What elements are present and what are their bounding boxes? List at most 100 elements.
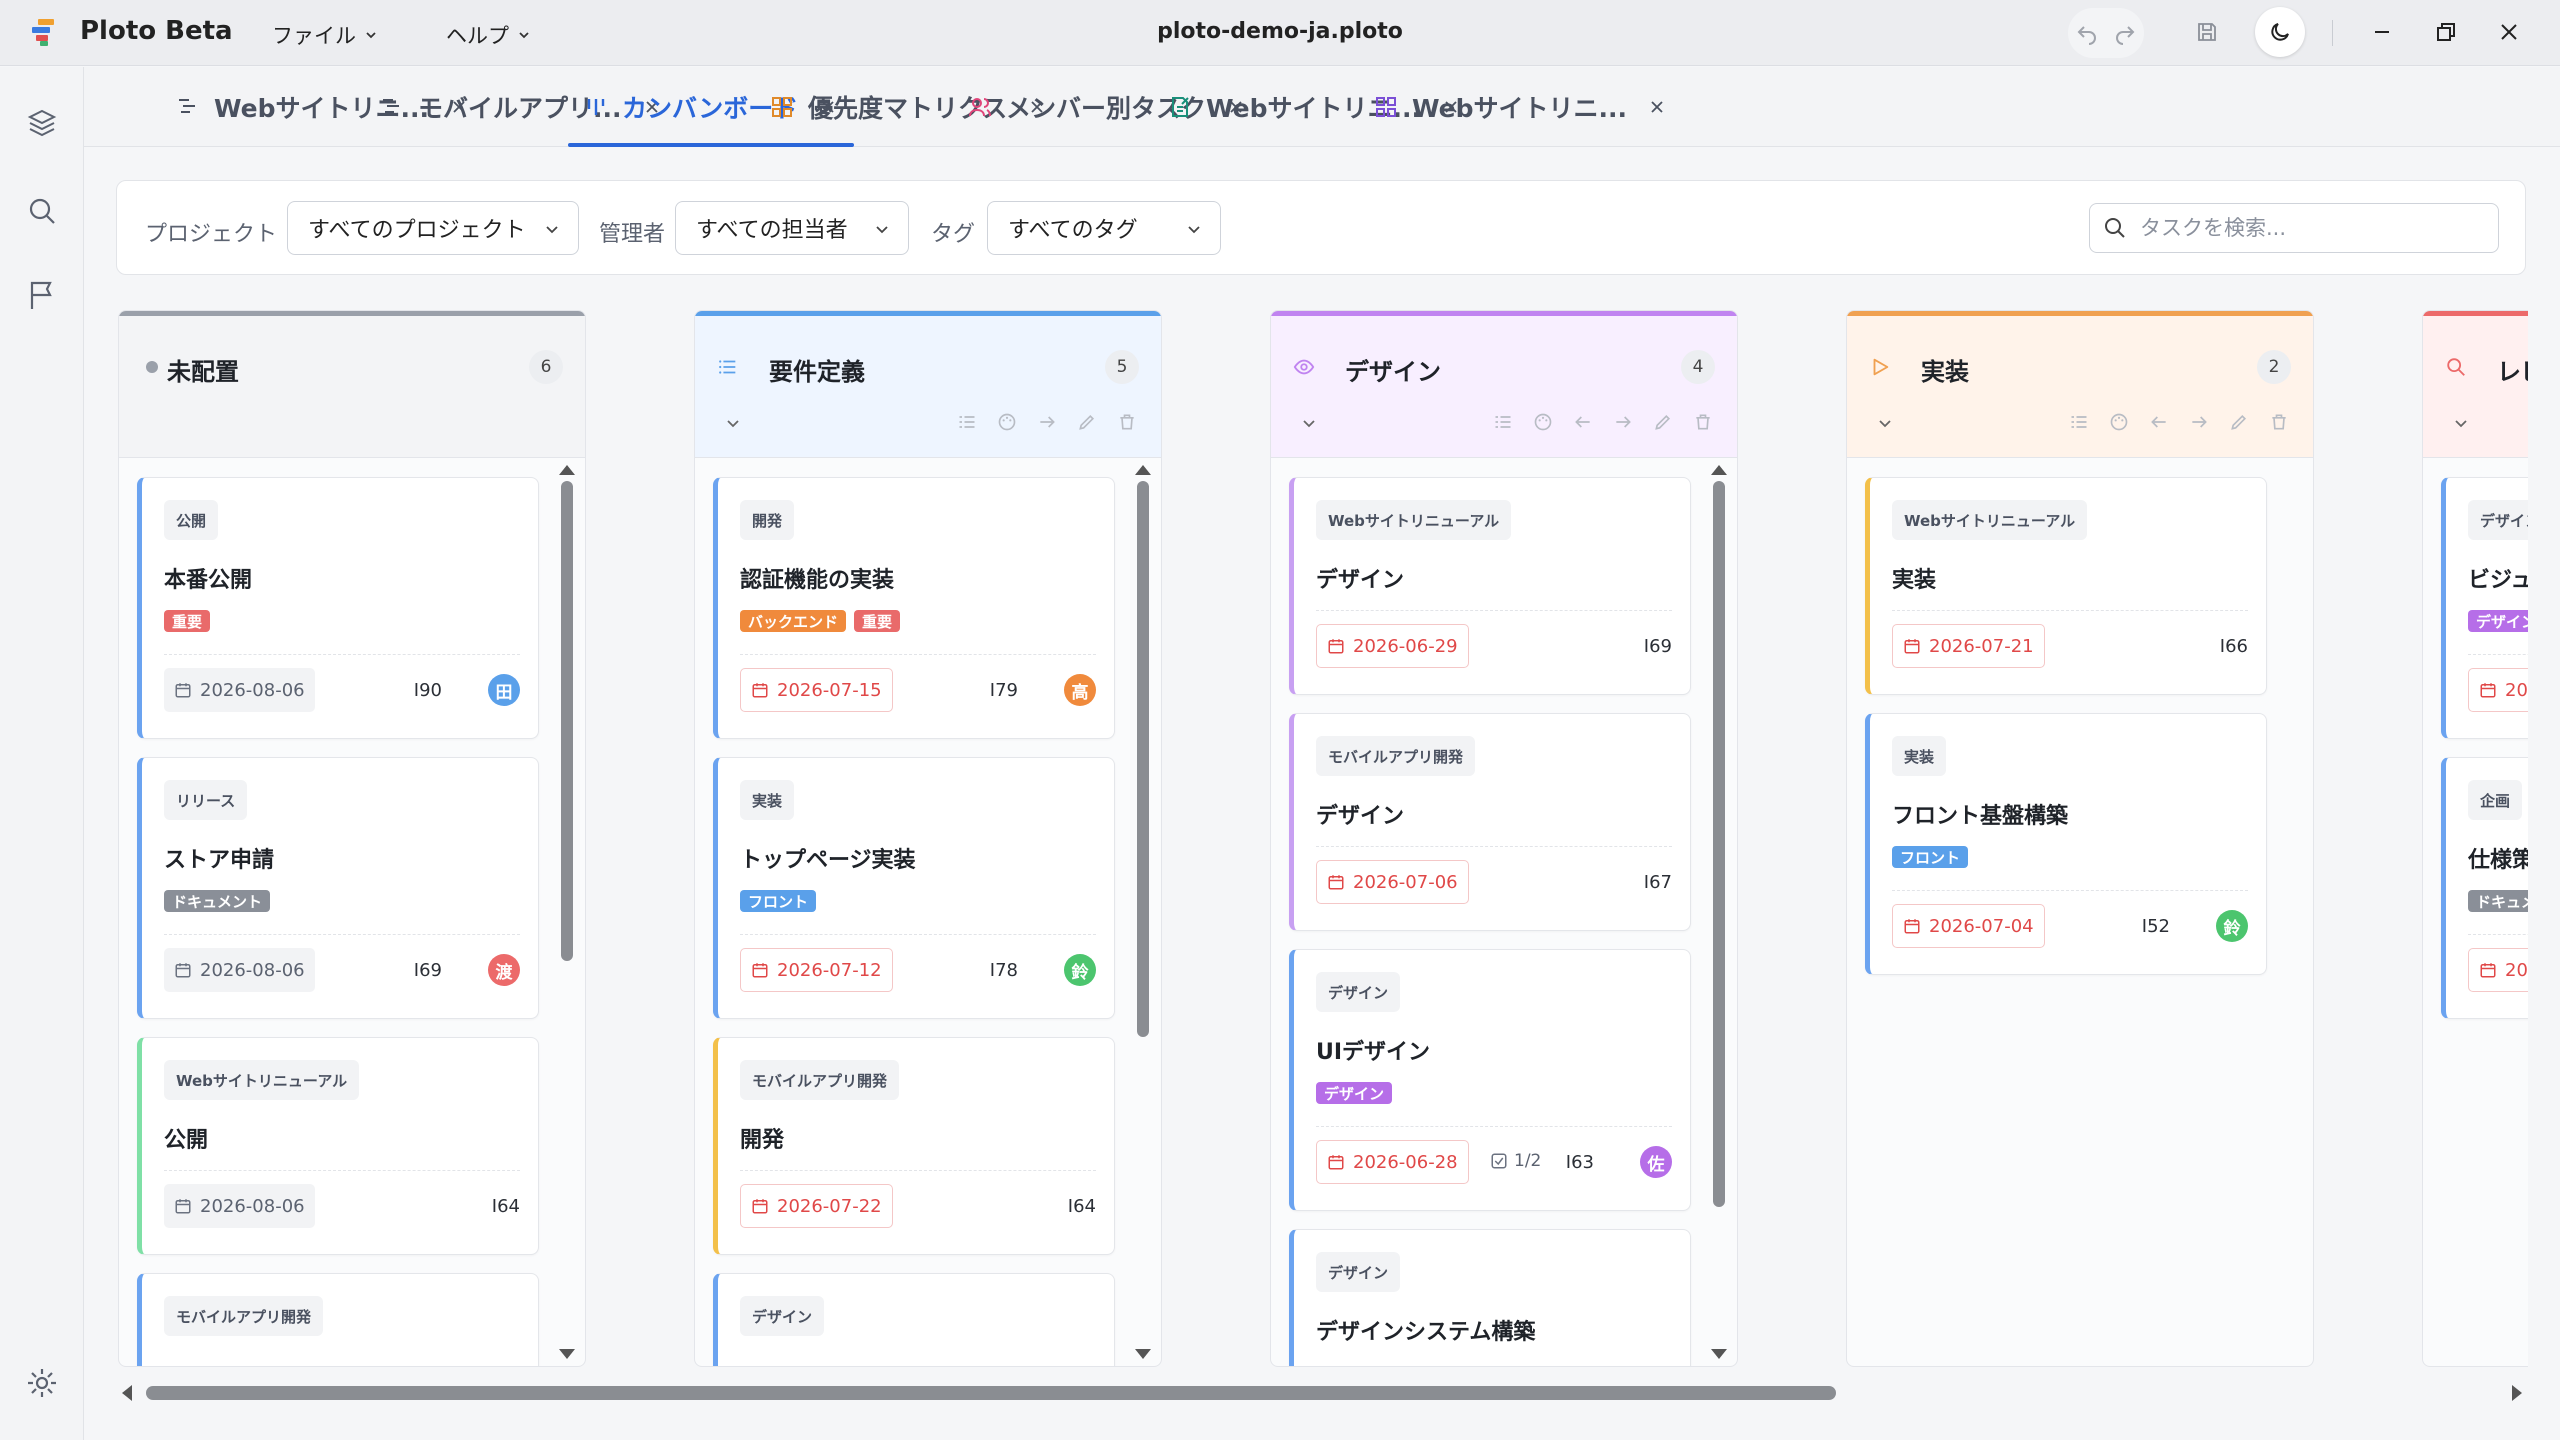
- task-id: I78: [989, 960, 1018, 981]
- users-icon: [969, 98, 991, 117]
- file-menu[interactable]: ファイル: [272, 20, 378, 50]
- chevron-down-icon: [519, 32, 529, 39]
- column-collapse-button[interactable]: [1867, 406, 1903, 440]
- task-card[interactable]: モバイルアプリ開発 デザイン 2026-07-06 I67: [1289, 713, 1691, 931]
- task-card[interactable]: デザインビジュアルデザイン2026-07-01: [2441, 477, 2528, 739]
- gantt-icon: [179, 99, 195, 113]
- tag-badge: フロント: [740, 890, 817, 912]
- minimize-button[interactable]: [2370, 20, 2394, 44]
- help-menu-label: ヘルプ: [446, 24, 509, 48]
- tab-7[interactable]: Webサイトリニ...: [1374, 67, 1667, 147]
- task-search-box[interactable]: [2089, 203, 2499, 253]
- column-action-right[interactable]: [2189, 412, 2209, 432]
- due-date: 2026-07-01: [2468, 668, 2528, 712]
- scroll-left-arrow[interactable]: [122, 1385, 132, 1401]
- vertical-scroll-thumb[interactable]: [1137, 481, 1149, 1037]
- column-action-trash[interactable]: [1117, 412, 1137, 432]
- scroll-down-arrow[interactable]: [1711, 1349, 1727, 1359]
- search-icon[interactable]: [24, 193, 60, 229]
- column-action-palette[interactable]: [1533, 412, 1553, 432]
- task-card[interactable]: 実装 フロント基盤構築 フロント 2026-07-04 I52 鈴: [1865, 713, 2267, 975]
- column-action-right[interactable]: [1037, 412, 1057, 432]
- column-action-palette[interactable]: [2109, 412, 2129, 432]
- task-card[interactable]: モバイルアプリ開発: [137, 1273, 539, 1366]
- due-date: 2026-07-04: [1892, 904, 2045, 948]
- tag-filter-select[interactable]: すべてのタグ: [987, 201, 1221, 255]
- search-icon: [2447, 358, 2465, 376]
- column-action-right[interactable]: [1613, 412, 1633, 432]
- card-divider: [2468, 654, 2528, 655]
- column-collapse-button[interactable]: [1291, 406, 1327, 440]
- column-scrollbar[interactable]: [1135, 465, 1151, 1359]
- scroll-down-arrow[interactable]: [1135, 1349, 1151, 1359]
- column-header: 実装 2: [1847, 316, 2313, 458]
- layers-icon[interactable]: [24, 105, 60, 141]
- card-category: モバイルアプリ開発: [1316, 736, 1476, 776]
- theme-toggle-button[interactable]: [2255, 7, 2305, 57]
- task-card[interactable]: 企画仕様策定ドキュメント 2026-07-01: [2441, 757, 2528, 1019]
- task-card[interactable]: デザイン UIデザイン デザイン 2026-06-28 1/2 I63 佐: [1289, 949, 1691, 1211]
- edit-icon: [1655, 414, 1671, 430]
- task-id: I64: [1067, 1196, 1096, 1217]
- close-window-button[interactable]: [2497, 20, 2521, 44]
- right-icon: [1040, 416, 1055, 428]
- column-scrollbar[interactable]: [559, 465, 575, 1359]
- undo-icon[interactable]: [2075, 21, 2099, 45]
- column-action-checklist[interactable]: [957, 412, 977, 432]
- redo-icon[interactable]: [2113, 21, 2137, 45]
- scroll-up-arrow[interactable]: [1711, 465, 1727, 475]
- task-card[interactable]: Webサイトリニューアル 公開 2026-08-06 I64: [137, 1037, 539, 1255]
- task-id: I64: [491, 1196, 520, 1217]
- help-menu[interactable]: ヘルプ: [446, 20, 531, 50]
- due-date-text: 2026-07-15: [777, 679, 882, 701]
- column-collapse-button[interactable]: [715, 406, 751, 440]
- horizontal-scroll-thumb[interactable]: [146, 1386, 1836, 1400]
- card-title: ストア申請: [164, 848, 275, 873]
- card-category: 実装: [1892, 736, 1947, 776]
- vertical-scroll-thumb[interactable]: [1713, 481, 1725, 1207]
- scroll-up-arrow[interactable]: [559, 465, 575, 475]
- task-card[interactable]: 開発 認証機能の実装 バックエンド 重要 2026-07-15 I79 高: [713, 477, 1115, 739]
- project-filter-select[interactable]: すべてのプロジェクト: [287, 201, 579, 255]
- flag-icon[interactable]: [24, 277, 60, 313]
- column-scrollbar[interactable]: [1711, 465, 1727, 1359]
- column-action-left[interactable]: [2149, 412, 2169, 432]
- checklist-icon: [959, 416, 975, 428]
- column-collapse-button[interactable]: [2443, 406, 2479, 440]
- card-category: デザイン: [740, 1296, 825, 1336]
- tag-filter-value: すべてのタグ: [1008, 218, 1138, 243]
- maximize-button[interactable]: [2434, 20, 2458, 44]
- task-card[interactable]: 実装 トップページ実装 フロント 2026-07-12 I78 鈴: [713, 757, 1115, 1019]
- settings-icon[interactable]: [24, 1365, 60, 1401]
- task-card[interactable]: Webサイトリニューアル デザイン 2026-06-29 I69: [1289, 477, 1691, 695]
- left-icon: [2151, 416, 2166, 428]
- card-divider: [1316, 846, 1672, 847]
- column-action-trash[interactable]: [2269, 412, 2289, 432]
- card-divider: [1316, 610, 1672, 611]
- column-action-edit[interactable]: [2229, 412, 2249, 432]
- task-card[interactable]: モバイルアプリ開発 開発 2026-07-22 I64: [713, 1037, 1115, 1255]
- task-card[interactable]: デザイン デザインシステム構築: [1289, 1229, 1691, 1366]
- scroll-up-arrow[interactable]: [1135, 465, 1151, 475]
- vertical-scroll-thumb[interactable]: [561, 481, 573, 961]
- manager-filter-select[interactable]: すべての担当者: [675, 201, 909, 255]
- horizontal-scrollbar[interactable]: [116, 1378, 2528, 1408]
- task-card[interactable]: Webサイトリニューアル 実装 2026-07-21 I66: [1865, 477, 2267, 695]
- scroll-down-arrow[interactable]: [559, 1349, 575, 1359]
- column-action-edit[interactable]: [1653, 412, 1673, 432]
- task-card[interactable]: 公開 本番公開 重要 2026-08-06 I90 田: [137, 477, 539, 739]
- task-card[interactable]: リリース ストア申請 ドキュメント 2026-08-06 I69 渡: [137, 757, 539, 1019]
- column-action-palette[interactable]: [997, 412, 1017, 432]
- column-action-trash[interactable]: [1693, 412, 1713, 432]
- scroll-right-arrow[interactable]: [2512, 1385, 2522, 1401]
- column-action-checklist[interactable]: [2069, 412, 2089, 432]
- column-action-edit[interactable]: [1077, 412, 1097, 432]
- task-id: I79: [989, 680, 1018, 701]
- column-action-checklist[interactable]: [1493, 412, 1513, 432]
- card-divider: [164, 934, 520, 935]
- column-action-left[interactable]: [1573, 412, 1593, 432]
- task-card[interactable]: デザイン: [713, 1273, 1115, 1366]
- task-search-input[interactable]: [2140, 216, 2480, 240]
- close-icon: [2501, 24, 2517, 40]
- save-button[interactable]: [2195, 20, 2219, 44]
